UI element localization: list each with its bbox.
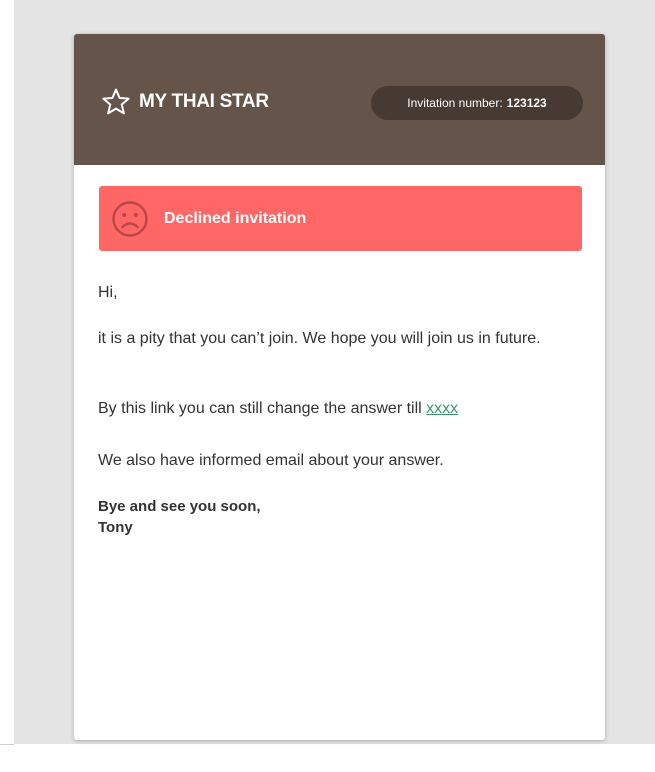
pity-text: it is a pity that you can’t join. We hop… [98, 330, 541, 347]
invitation-number: 123123 [506, 96, 547, 110]
invitation-number-badge: Invitation number: 123123 [371, 86, 583, 120]
star-icon [101, 87, 131, 117]
declined-alert: Declined invitation [99, 186, 582, 251]
sad-face-icon [111, 200, 149, 238]
closing-text: Bye and see you soon, [98, 498, 261, 515]
brand: MY THAI STAR [101, 87, 269, 117]
divider [0, 744, 14, 745]
greeting-text: Hi, [98, 284, 118, 301]
change-answer-prefix: By this link you can still change the an… [98, 400, 427, 417]
card-header: MY THAI STAR Invitation number: 123123 [74, 34, 605, 165]
email-card: MY THAI STAR Invitation number: 123123 D… [74, 34, 605, 740]
brand-name: MY THAI STAR [139, 91, 269, 112]
change-answer-link[interactable]: xxxx [426, 400, 458, 417]
signature-block: Bye and see you soon, Tony [98, 496, 261, 538]
informed-text: We also have informed email about your a… [98, 452, 444, 469]
invitation-label: Invitation number: [407, 96, 503, 110]
alert-label: Declined invitation [164, 209, 307, 227]
change-answer-text: By this link you can still change the an… [98, 398, 458, 420]
signature-name: Tony [98, 519, 133, 536]
